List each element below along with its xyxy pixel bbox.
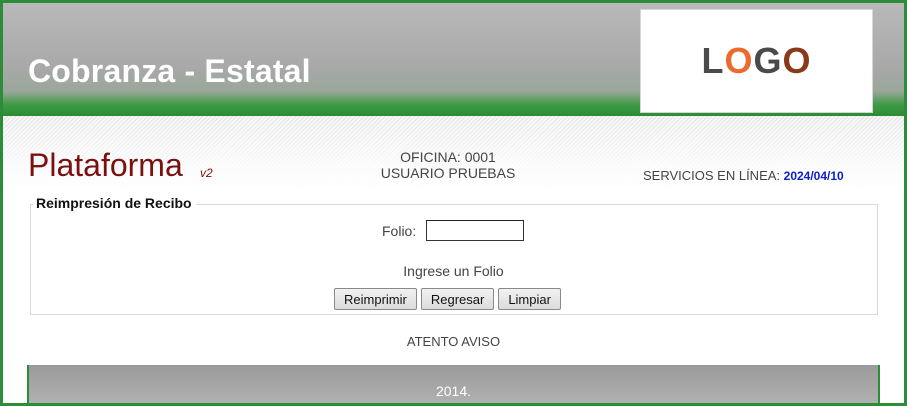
user-line: USUARIO PRUEBAS xyxy=(380,165,516,181)
action-buttons: Reimprimir Regresar Limpiar xyxy=(334,288,561,310)
status-message: Ingrese un Folio xyxy=(403,263,504,279)
footer-text: 2014. xyxy=(435,383,472,399)
header-banner: Cobranza - Estatal LOGO xyxy=(3,3,904,116)
office-line: OFICINA: 0001 xyxy=(400,149,496,165)
reprint-button[interactable]: Reimprimir xyxy=(334,288,417,310)
app-title: Cobranza - Estatal xyxy=(28,53,311,89)
clear-button[interactable]: Limpiar xyxy=(498,288,561,310)
app-frame: Cobranza - Estatal LOGO Plataforma v2 OF… xyxy=(0,0,907,406)
footer: 2014. xyxy=(27,365,880,403)
reprint-legend: Reimpresión de Recibo xyxy=(33,195,196,211)
back-button[interactable]: Regresar xyxy=(420,288,495,310)
folio-label: Folio: xyxy=(382,223,417,239)
platform-version: v2 xyxy=(200,166,213,180)
logo: LOGO xyxy=(640,9,873,113)
notice-text: ATENTO AVISO xyxy=(406,334,501,349)
office-info: OFICINA: 0001 USUARIO PRUEBAS xyxy=(343,149,553,181)
services-status: SERVICIOS EN LÍNEA: 2024/04/10 xyxy=(643,168,844,183)
folio-input[interactable] xyxy=(426,220,524,241)
platform-title: Plataforma xyxy=(28,147,183,183)
services-date: 2024/04/10 xyxy=(783,169,844,183)
logo-text: LOGO xyxy=(701,40,812,81)
services-label: SERVICIOS EN LÍNEA: xyxy=(643,168,781,183)
